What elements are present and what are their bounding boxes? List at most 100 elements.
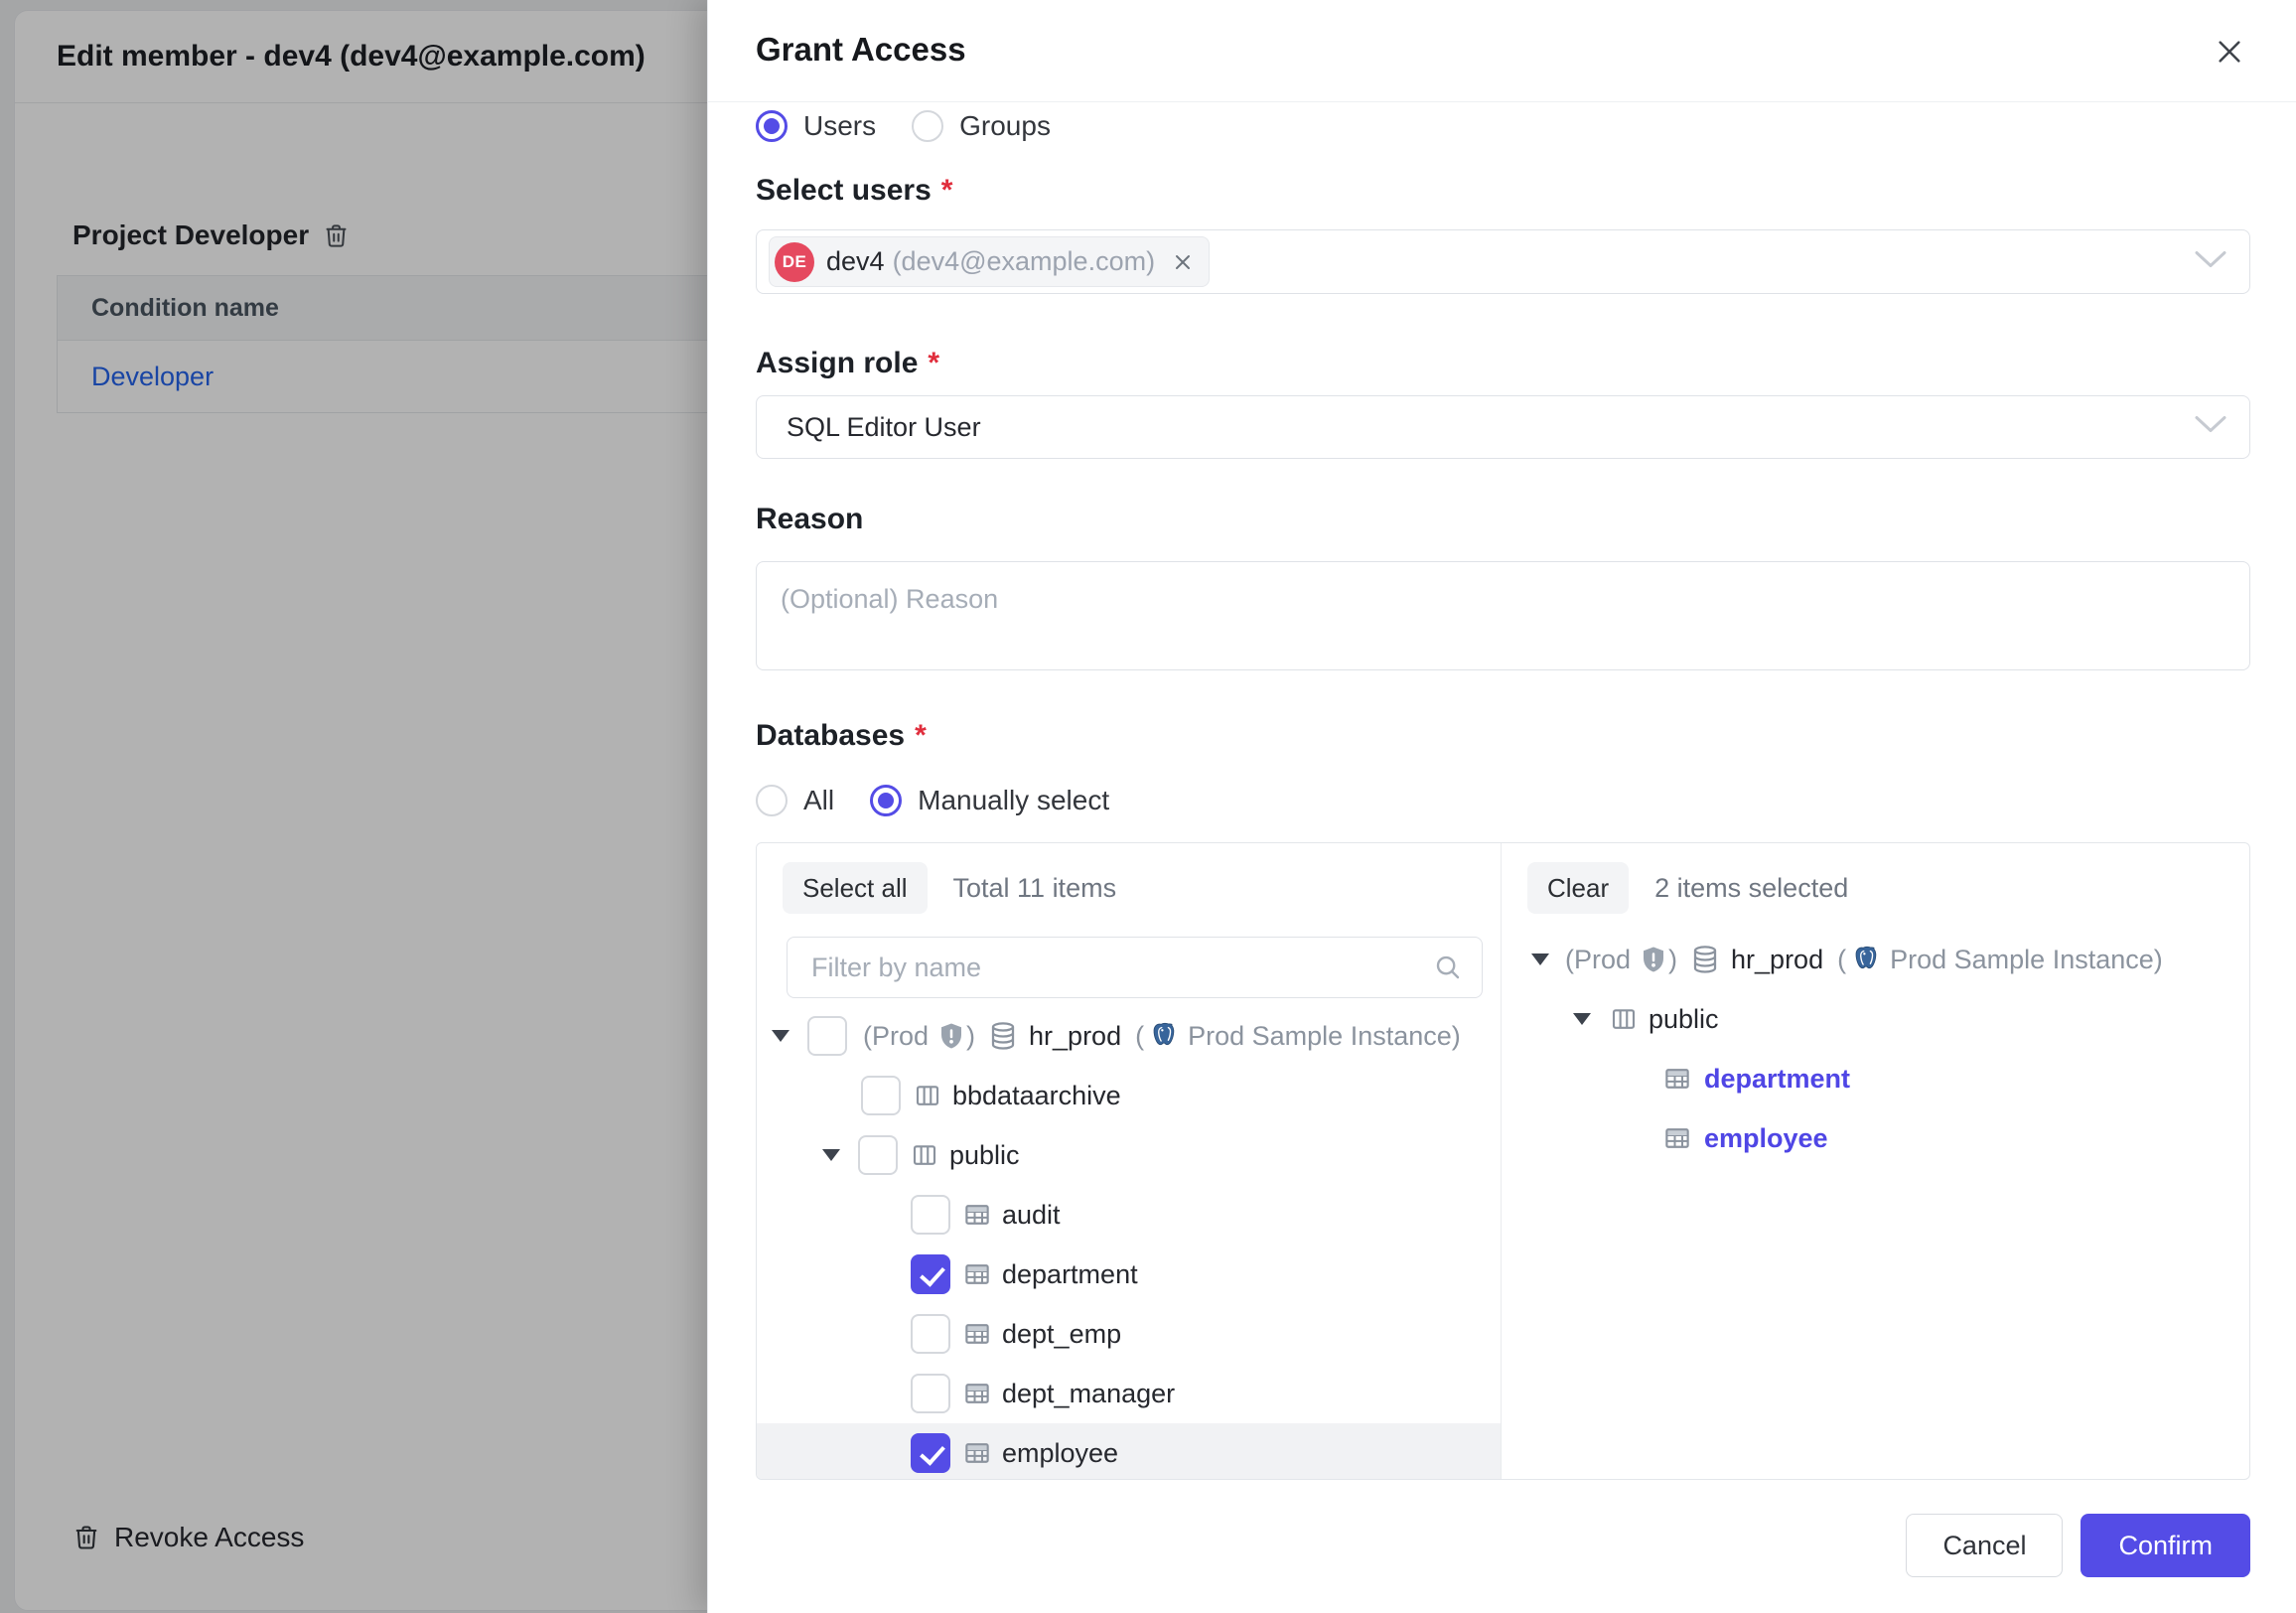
select-all-button[interactable]: Select all <box>783 862 928 914</box>
caret-down-icon[interactable] <box>1573 1013 1591 1025</box>
env-badge-text: (Prod <box>863 1021 929 1052</box>
instance-name: Prod Sample Instance) <box>1188 1021 1461 1052</box>
radio-users-label: Users <box>803 110 876 142</box>
tree-row-table[interactable]: department <box>757 1245 1501 1304</box>
total-items-label: Total 11 items <box>953 873 1117 904</box>
radio-selected-icon <box>756 110 788 142</box>
database-icon <box>987 1020 1019 1052</box>
chevron-down-icon <box>2194 412 2227 443</box>
radio-users[interactable]: Users <box>756 110 876 142</box>
role-select[interactable]: SQL Editor User <box>756 395 2250 459</box>
select-users-label: Select users * <box>756 172 2250 210</box>
search-icon <box>1433 953 1463 982</box>
drawer-title: Grant Access <box>756 31 966 69</box>
tree-row-table[interactable]: employee <box>1502 1108 2249 1168</box>
tree-row-table[interactable]: audit <box>757 1185 1501 1245</box>
confirm-button[interactable]: Confirm <box>2081 1514 2250 1577</box>
radio-manual-label: Manually select <box>918 785 1109 816</box>
chevron-down-icon <box>2194 248 2227 275</box>
table-icon <box>962 1438 992 1468</box>
filter-input[interactable] <box>787 937 1483 998</box>
tree-row-table[interactable]: dept_emp <box>757 1304 1501 1364</box>
user-tag: DE dev4 (dev4@example.com) <box>769 236 1210 287</box>
caret-down-icon[interactable] <box>1531 953 1549 965</box>
env-badge-close: ) <box>966 1021 975 1052</box>
table-icon <box>962 1259 992 1289</box>
selected-count-label: 2 items selected <box>1654 873 1848 904</box>
selected-table-link[interactable]: department <box>1704 1064 1850 1095</box>
radio-groups-label: Groups <box>959 110 1051 142</box>
reason-label: Reason <box>756 501 2250 538</box>
tree-row-table[interactable]: dept_manager <box>757 1364 1501 1423</box>
clear-button[interactable]: Clear <box>1527 862 1629 914</box>
required-asterisk: * <box>915 719 927 752</box>
database-transfer: Select all Total 11 items <box>756 842 2250 1480</box>
table-icon <box>1662 1064 1692 1094</box>
required-asterisk: * <box>928 347 939 379</box>
drawer-footer: Cancel Confirm <box>1906 1514 2250 1577</box>
table-icon <box>962 1200 992 1230</box>
radio-unselected-icon <box>912 110 943 142</box>
avatar: DE <box>775 242 814 282</box>
selected-tree: (Prod ) hr_prod ( <box>1502 930 2249 1168</box>
selected-table-link[interactable]: employee <box>1704 1123 1828 1154</box>
caret-down-icon[interactable] <box>772 1030 789 1042</box>
instance-open-paren: ( <box>1837 945 1846 975</box>
shield-icon <box>1639 945 1668 974</box>
caret-down-icon[interactable] <box>822 1149 840 1161</box>
checkbox-checked[interactable] <box>911 1433 950 1473</box>
role-select-value: SQL Editor User <box>787 412 981 443</box>
database-name: hr_prod <box>1029 1021 1121 1052</box>
tree-row-schema[interactable]: public <box>757 1125 1501 1185</box>
table-name: audit <box>1002 1200 1061 1231</box>
checkbox-unchecked[interactable] <box>911 1314 950 1354</box>
screen: Edit member - dev4 (dev4@example.com) Pr… <box>0 0 2296 1613</box>
checkbox-unchecked[interactable] <box>807 1016 847 1056</box>
instance-open-paren: ( <box>1135 1021 1144 1052</box>
schema-name: public <box>949 1140 1020 1171</box>
user-multiselect[interactable]: DE dev4 (dev4@example.com) <box>756 229 2250 294</box>
env-badge-close: ) <box>1668 945 1677 975</box>
reason-field <box>756 561 2250 670</box>
cancel-button[interactable]: Cancel <box>1906 1514 2063 1577</box>
schema-icon <box>1609 1004 1639 1034</box>
select-users-label-text: Select users <box>756 174 932 207</box>
checkbox-unchecked[interactable] <box>861 1076 901 1115</box>
remove-tag-button[interactable] <box>1171 250 1195 274</box>
schema-icon <box>910 1140 939 1170</box>
postgres-icon <box>1852 945 1882 974</box>
close-button[interactable] <box>2212 34 2247 70</box>
tree-row-table-highlighted[interactable]: employee <box>757 1423 1501 1479</box>
tree-row-schema[interactable]: bbdataarchive <box>757 1066 1501 1125</box>
scope-radio-group: Users Groups <box>756 104 2250 148</box>
radio-groups[interactable]: Groups <box>912 110 1051 142</box>
source-tree: (Prod ) hr_prod ( <box>757 1006 1501 1479</box>
user-tag-name: dev4 <box>826 246 885 277</box>
databases-label: Databases* <box>756 717 2250 755</box>
checkbox-checked[interactable] <box>911 1254 950 1294</box>
source-panel-header: Select all Total 11 items <box>757 843 1501 914</box>
tree-row-schema[interactable]: public <box>1502 989 2249 1049</box>
assign-role-label-text: Assign role <box>756 347 918 379</box>
databases-radio-group: All Manually select <box>756 779 2250 822</box>
checkbox-unchecked[interactable] <box>911 1195 950 1235</box>
drawer-header: Grant Access <box>708 0 2296 102</box>
reason-textarea[interactable] <box>757 562 2249 669</box>
transfer-selected-panel: Clear 2 items selected (Prod ) <box>1502 843 2249 1479</box>
tree-row-database[interactable]: (Prod ) hr_prod ( <box>757 1006 1501 1066</box>
checkbox-unchecked[interactable] <box>911 1374 950 1413</box>
table-icon <box>1662 1123 1692 1153</box>
tree-row-table[interactable]: department <box>1502 1049 2249 1108</box>
database-name: hr_prod <box>1731 945 1823 975</box>
checkbox-unchecked[interactable] <box>858 1135 898 1175</box>
tree-row-database[interactable]: (Prod ) hr_prod ( <box>1502 930 2249 989</box>
table-icon <box>962 1379 992 1408</box>
radio-all[interactable]: All <box>756 785 834 816</box>
radio-manually-select[interactable]: Manually select <box>870 785 1109 816</box>
table-icon <box>962 1319 992 1349</box>
assign-role-label: Assign role * <box>756 345 2250 382</box>
filter-field <box>787 937 1483 998</box>
required-asterisk: * <box>941 174 953 207</box>
table-name: department <box>1002 1259 1138 1290</box>
drawer-body: Users Groups Select users * DE dev4 (dev4… <box>708 102 2296 1613</box>
